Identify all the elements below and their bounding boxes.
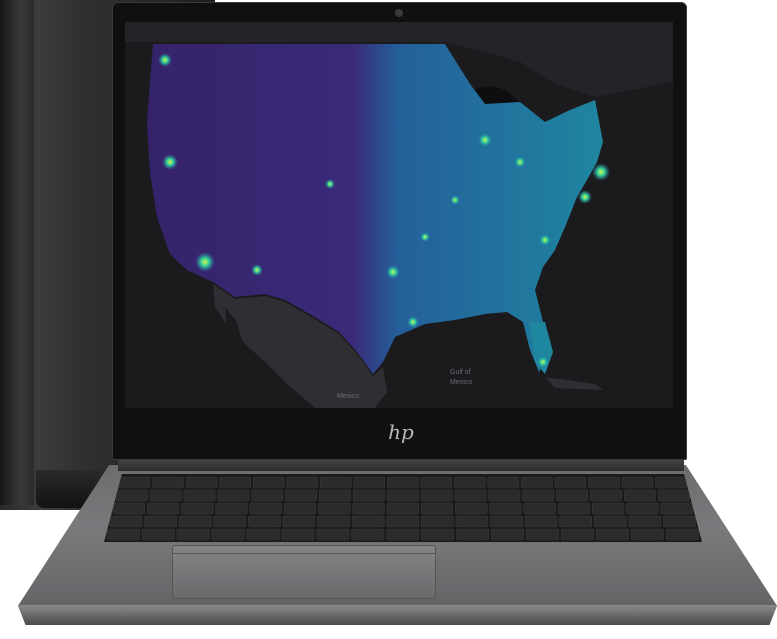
map-label-gulf-2: Mexico (450, 379, 472, 386)
keyboard-key (628, 515, 662, 528)
keyboard-key (522, 489, 555, 502)
keyboard-key (282, 515, 316, 528)
keyboard-key (420, 489, 453, 502)
keyboard-key (487, 476, 520, 489)
keyboard-key (351, 528, 385, 541)
logo-text: hp (388, 420, 414, 444)
keyboard-key (319, 489, 351, 502)
keyboard-key (352, 489, 385, 502)
keyboard-key (557, 502, 591, 515)
keyboard-key (556, 489, 589, 502)
keyboard-keys (106, 476, 699, 541)
keyboard-key (665, 528, 699, 541)
keyboard-key (319, 476, 352, 489)
keyboard-key (152, 476, 184, 489)
keyboard-key (249, 502, 282, 515)
keyboard-key (109, 515, 143, 528)
keyboard-key (421, 515, 454, 528)
keyboard-key (144, 515, 177, 528)
keyboard-key (626, 502, 659, 515)
keyboard-key (454, 489, 487, 502)
keyboard-key (252, 476, 285, 489)
keyboard-key (248, 515, 281, 528)
keyboard-key (211, 528, 245, 541)
keyboard-key (213, 515, 247, 528)
keyboard-key (590, 489, 622, 502)
keyboard-key (454, 476, 486, 489)
keyboard-key (490, 515, 523, 528)
tower-side-panel (0, 0, 34, 505)
keyboard-key (286, 476, 318, 489)
keyboard-key (185, 476, 218, 489)
keyboard-key (246, 528, 280, 541)
keyboard-key (317, 515, 350, 528)
keyboard-key (663, 515, 696, 528)
keyboard-key (521, 476, 553, 489)
keyboard-key (353, 476, 385, 489)
keyboard-key (106, 528, 140, 541)
keyboard-key (386, 489, 419, 502)
keyboard-key (215, 502, 248, 515)
keyboard-key (593, 515, 627, 528)
keyboard-key (141, 528, 175, 541)
keyboard-key (623, 489, 656, 502)
keyboard-key (386, 502, 419, 515)
keyboard-key (526, 528, 559, 541)
keyboard-key (217, 489, 250, 502)
keyboard-key (352, 502, 385, 515)
keyboard-key (176, 528, 210, 541)
map-label-mexico: Mexico (337, 393, 359, 400)
keyboard-key (115, 489, 148, 502)
keyboard-key (281, 528, 315, 541)
keyboard-key (554, 476, 587, 489)
touchpad (172, 545, 436, 599)
keyboard-key (318, 502, 351, 515)
keyboard-key (183, 489, 216, 502)
keyboard-key (112, 502, 145, 515)
keyboard-key (181, 502, 214, 515)
population-density-map: Gulf of Mexico Mexico (125, 22, 673, 408)
keyboard-key (285, 489, 318, 502)
keyboard (104, 474, 702, 542)
keyboard-key (386, 476, 419, 489)
touchpad-buttons (173, 546, 435, 554)
keyboard-key (251, 489, 284, 502)
keyboard-key (219, 476, 251, 489)
keyboard-key (455, 515, 489, 528)
keyboard-key (316, 528, 350, 541)
keyboard-key (421, 528, 455, 541)
keyboard-key (146, 502, 180, 515)
keyboard-key (420, 476, 453, 489)
keyboard-key (489, 502, 522, 515)
keyboard-key (592, 502, 625, 515)
keyboard-key (351, 515, 385, 528)
keyboard-key (595, 528, 629, 541)
keyboard-key (283, 502, 317, 515)
keyboard-key (456, 528, 490, 541)
keyboard-key (455, 502, 488, 515)
keyboard-key (588, 476, 620, 489)
keyboard-key (386, 515, 420, 528)
keyboard-key (524, 515, 558, 528)
keyboard-key (655, 476, 687, 489)
keyboard-key (420, 502, 454, 515)
keyboard-key (660, 502, 693, 515)
keyboard-key (386, 528, 420, 541)
keyboard-key (560, 528, 594, 541)
keyboard-key (657, 489, 690, 502)
webcam-icon (395, 9, 403, 17)
keyboard-key (621, 476, 654, 489)
laptop-base-edge (18, 605, 777, 625)
keyboard-key (488, 489, 521, 502)
keyboard-key (630, 528, 664, 541)
keyboard-key (559, 515, 592, 528)
keyboard-key (491, 528, 525, 541)
keyboard-key (523, 502, 556, 515)
keyboard-key (149, 489, 182, 502)
map-label-gulf-1: Gulf of (450, 369, 471, 376)
keyboard-key (118, 476, 151, 489)
keyboard-key (178, 515, 212, 528)
screen-display: Gulf of Mexico Mexico (125, 22, 673, 408)
hp-logo: hp (386, 420, 416, 444)
